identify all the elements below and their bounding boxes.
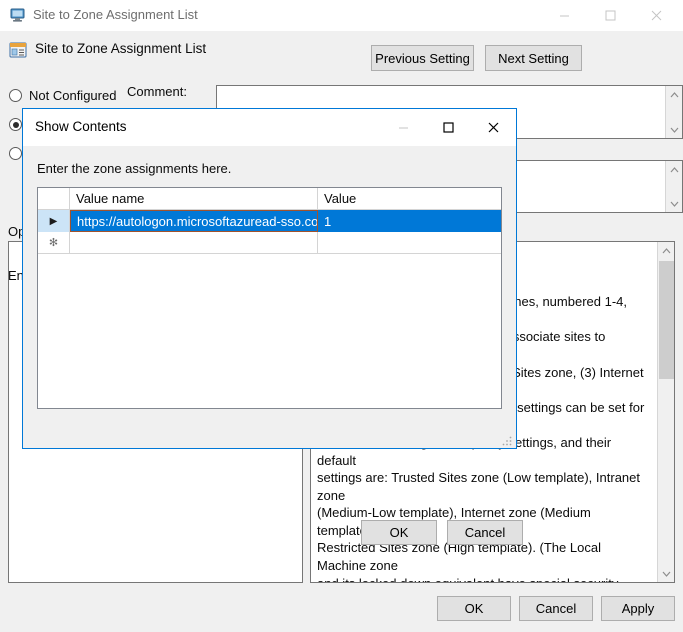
apply-button[interactable]: Apply <box>601 596 675 621</box>
dialog-minimize-button[interactable] <box>381 109 426 145</box>
radio-enabled-indicator <box>9 118 22 131</box>
dialog-ok-button[interactable]: OK <box>361 520 437 545</box>
zone-assignment-grid[interactable]: Value name Value ▶ https://autologon.mic… <box>37 187 502 409</box>
window-maximize-button[interactable] <box>587 0 633 30</box>
radio-not-configured[interactable]: Not Configured <box>9 88 116 103</box>
dialog-close-button[interactable] <box>471 109 516 145</box>
chevron-down-icon[interactable] <box>658 565 674 582</box>
window-minimize-button[interactable] <box>541 0 587 30</box>
dialog-cancel-button[interactable]: Cancel <box>447 520 523 545</box>
chevron-up-icon[interactable] <box>658 242 674 259</box>
window-close-button[interactable] <box>633 0 679 30</box>
grid-header-value[interactable]: Value <box>318 188 501 209</box>
resize-grip-icon[interactable] <box>501 434 513 446</box>
show-contents-dialog: Show Contents Enter the zone assignments… <box>22 108 523 545</box>
comment-scrollbar[interactable] <box>665 86 682 138</box>
next-setting-button[interactable]: Next Setting <box>485 45 582 71</box>
chevron-down-icon[interactable] <box>666 195 682 212</box>
radio-not-configured-indicator <box>9 89 22 102</box>
cancel-button[interactable]: Cancel <box>519 596 593 621</box>
supported-on-scrollbar[interactable] <box>665 161 682 212</box>
policy-setting-icon <box>9 41 27 59</box>
radio-not-configured-label: Not Configured <box>29 88 117 103</box>
window-title: Site to Zone Assignment List <box>33 7 198 22</box>
ok-button[interactable]: OK <box>437 596 511 621</box>
dialog-title: Show Contents <box>35 119 127 134</box>
dialog-titlebar: Show Contents <box>23 109 516 146</box>
help-scrollbar[interactable] <box>657 242 674 582</box>
comment-label: Comment: <box>127 84 187 99</box>
monitor-policy-icon <box>9 7 26 24</box>
page-title: Site to Zone Assignment List <box>35 41 207 56</box>
chevron-down-icon[interactable] <box>666 121 683 138</box>
app-root: Site to Zone Assignment List Site to Zon… <box>0 0 683 632</box>
grid-header-value-name[interactable]: Value name <box>70 188 318 209</box>
row-marker-icon[interactable]: ▶ <box>38 210 70 232</box>
grid-header-row: Value name Value <box>38 188 501 210</box>
cell-value[interactable]: 1 <box>318 210 501 232</box>
chevron-up-icon[interactable] <box>666 161 682 178</box>
table-row[interactable]: ▶ https://autologon.microsoftazuread-sso… <box>38 210 501 232</box>
chevron-up-icon[interactable] <box>666 86 683 103</box>
cell-value-name[interactable]: https://autologon.microsoftazuread-sso.c… <box>70 210 318 232</box>
dialog-maximize-button[interactable] <box>426 109 471 145</box>
window-titlebar: Site to Zone Assignment List <box>0 0 683 32</box>
cell-value-name[interactable] <box>70 232 318 253</box>
radio-disabled-indicator <box>9 147 22 160</box>
table-row-new[interactable]: ✻ <box>38 232 501 254</box>
dialog-prompt: Enter the zone assignments here. <box>37 161 232 176</box>
cell-value[interactable] <box>318 232 501 253</box>
previous-setting-button[interactable]: Previous Setting <box>371 45 474 71</box>
new-row-asterisk-icon[interactable]: ✻ <box>38 232 70 253</box>
grid-header-marker <box>38 188 70 209</box>
help-scrollbar-thumb[interactable] <box>659 261 674 379</box>
